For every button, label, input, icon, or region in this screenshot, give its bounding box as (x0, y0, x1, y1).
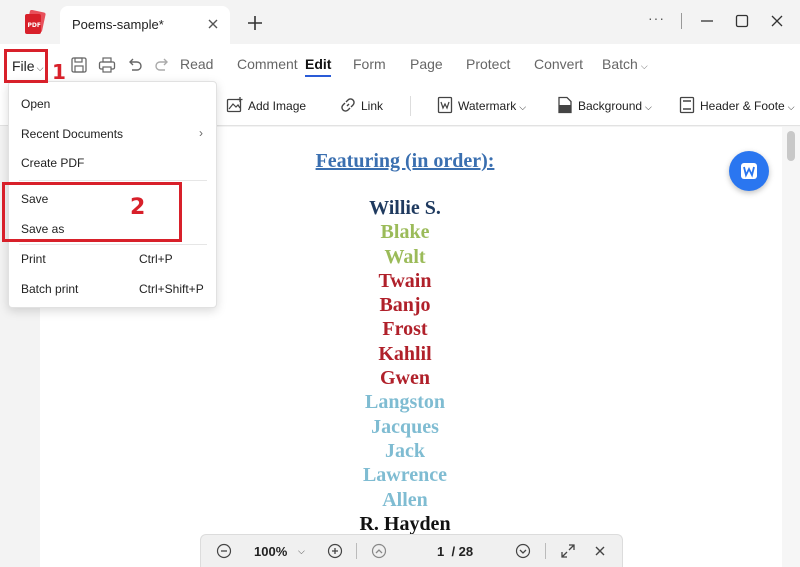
header-footer-label: Header & Foote (700, 99, 785, 113)
zoom-level[interactable]: 100% (254, 544, 287, 559)
vertical-scrollbar[interactable] (782, 127, 800, 567)
menu-convert[interactable]: Convert (534, 56, 583, 72)
zoom-toolbar: 100% ⌵ 1 / 28 (200, 534, 623, 567)
more-options-icon[interactable]: ··· (648, 10, 665, 26)
poet-name: Frost (382, 318, 428, 341)
menu-read[interactable]: Read (180, 56, 213, 72)
save-icon[interactable] (70, 56, 88, 74)
document-heading: Featuring (in order): (315, 150, 495, 172)
poet-name: Banjo (379, 294, 431, 317)
annotation-box-save (2, 182, 182, 242)
menu-item-batch-print[interactable]: Batch print (21, 282, 78, 296)
menu-comment[interactable]: Comment (237, 56, 298, 72)
menu-divider (19, 244, 207, 245)
menu-protect[interactable]: Protect (466, 56, 510, 72)
poet-name: Twain (378, 269, 432, 292)
redo-icon[interactable] (153, 56, 171, 74)
menu-item-print[interactable]: Print (21, 252, 46, 266)
print-icon[interactable] (98, 56, 116, 74)
chevron-down-icon: ⌵ (519, 102, 527, 112)
window-controls-divider (681, 13, 682, 29)
background-label: Background (578, 99, 643, 113)
annotation-step-1: 1 (52, 60, 66, 84)
link-label: Link (361, 99, 384, 113)
menu-form[interactable]: Form (353, 56, 386, 72)
poet-name: Gwen (380, 367, 430, 390)
chevron-down-icon[interactable]: ⌵ (298, 546, 305, 557)
menu-batch-label: Batch (602, 56, 638, 72)
zoom-out-icon[interactable] (216, 543, 232, 559)
chevron-down-icon: ⌵ (645, 102, 652, 112)
poet-name: R. Hayden (359, 512, 451, 535)
add-image-button[interactable]: Add Image (226, 96, 316, 116)
annotation-box-file (4, 49, 48, 83)
poet-name: Langston (364, 391, 446, 414)
close-zoom-bar-icon[interactable] (592, 543, 608, 559)
minimize-icon[interactable] (699, 13, 715, 29)
poet-name: Jacques (371, 415, 439, 438)
document-tab[interactable]: Poems-sample* (60, 6, 230, 44)
add-image-label: Add Image (248, 99, 307, 113)
word-icon (741, 163, 757, 179)
menu-batch[interactable]: Batch ⌵ (602, 56, 648, 72)
poet-name: Willie S. (369, 197, 441, 219)
menu-item-create-pdf[interactable]: Create PDF (21, 156, 84, 170)
poet-name: Blake (380, 221, 430, 244)
menu-edit[interactable]: Edit (305, 56, 331, 72)
close-icon[interactable] (204, 15, 222, 33)
watermark-icon (437, 96, 453, 114)
poet-name: Walt (384, 245, 426, 268)
fullscreen-icon[interactable] (560, 543, 576, 559)
plus-icon[interactable] (246, 14, 264, 32)
watermark-label: Watermark (458, 99, 517, 113)
poet-name: Allen (382, 488, 428, 511)
header-footer-icon (679, 96, 695, 114)
app-logo-icon: PDF (25, 10, 46, 34)
poet-name: Kahlil (378, 342, 432, 365)
scrollbar-thumb[interactable] (787, 131, 795, 161)
link-button[interactable]: Link (339, 96, 391, 116)
tab-title: Poems-sample* (72, 17, 164, 32)
title-bar: PDF Poems-sample* ··· (0, 0, 800, 44)
svg-text:PDF: PDF (28, 22, 41, 29)
chevron-right-icon: › (199, 126, 203, 140)
annotation-step-2: 2 (130, 195, 146, 220)
chevron-down-icon: ⌵ (787, 102, 795, 112)
background-icon (558, 96, 572, 114)
menu-item-recent-documents[interactable]: Recent Documents (21, 127, 123, 141)
add-image-icon (226, 97, 243, 113)
active-tab-underline (305, 75, 331, 77)
batch-print-shortcut: Ctrl+Shift+P (139, 282, 204, 296)
poet-name-list: Willie S. Blake Walt Twain Banjo Frost Kahlil G… (290, 196, 520, 536)
convert-to-word-button[interactable] (729, 151, 769, 191)
page-indicator[interactable]: 1 / 28 (437, 544, 473, 559)
link-icon (341, 98, 355, 112)
undo-icon[interactable] (126, 56, 144, 74)
next-page-icon[interactable] (515, 543, 531, 559)
maximize-icon[interactable] (734, 13, 750, 29)
menu-item-open[interactable]: Open (21, 97, 50, 111)
poet-name: Jack (385, 439, 425, 462)
zoom-in-icon[interactable] (327, 543, 343, 559)
background-button[interactable]: Background ⌵ (556, 96, 658, 116)
window-close-icon[interactable] (769, 13, 785, 29)
zoom-bar-divider (545, 543, 546, 559)
chevron-down-icon: ⌵ (640, 61, 648, 71)
print-shortcut: Ctrl+P (139, 252, 173, 266)
main-toolbar: File ⌵ Read Comment Edit Form Page Protec… (0, 44, 800, 84)
poet-name: Lawrence (362, 464, 448, 487)
menu-divider (19, 180, 207, 181)
menu-page[interactable]: Page (410, 56, 443, 72)
header-footer-button[interactable]: Header & Foote ⌵ (678, 96, 800, 116)
toolbar-divider (410, 96, 411, 116)
watermark-button[interactable]: Watermark ⌵ (436, 96, 532, 116)
previous-page-icon[interactable] (371, 543, 387, 559)
zoom-bar-divider (356, 543, 357, 559)
